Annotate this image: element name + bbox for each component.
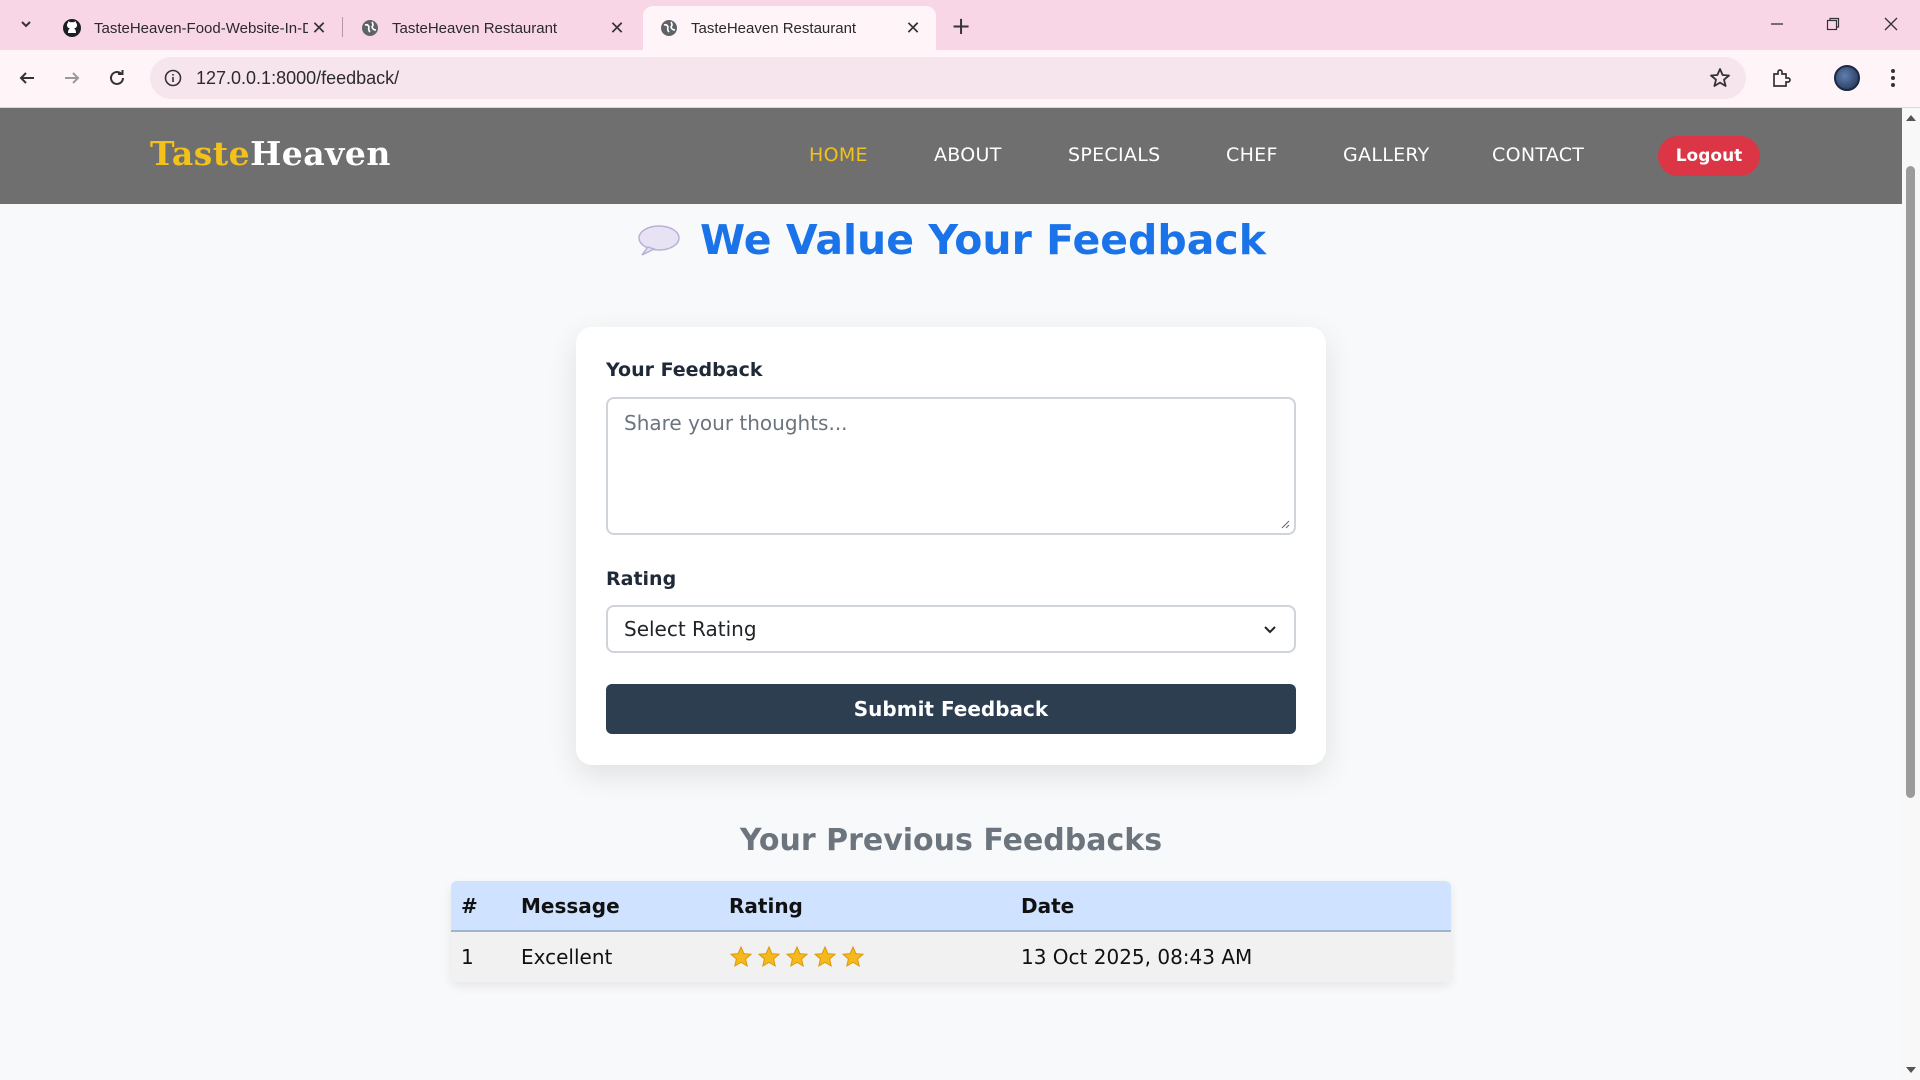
column-header-message: Message (521, 893, 620, 918)
rating-label: Rating (606, 568, 677, 590)
page-title: We Value Your Feedback (700, 216, 1266, 264)
minimize-icon[interactable] (1754, 8, 1800, 40)
extensions-icon[interactable] (1764, 61, 1798, 95)
star-icon (813, 945, 837, 968)
nav-about[interactable]: ABOUT (934, 144, 1002, 166)
feedback-form-card: Your Feedback Share your thoughts... Rat… (576, 327, 1326, 765)
avatar-icon (1834, 65, 1860, 91)
browser-tab-bar: TasteHeaven-Food-Website-In-Django ✕ Tas… (0, 0, 1920, 50)
page-scrollbar[interactable] (1902, 108, 1920, 1080)
chevron-down-icon (1264, 626, 1276, 634)
column-header-date: Date (1021, 893, 1075, 918)
browser-tab-active[interactable]: TasteHeaven Restaurant ✕ (643, 6, 936, 50)
scroll-up-arrow-icon[interactable] (1905, 112, 1917, 124)
back-arrow-icon[interactable] (10, 61, 44, 95)
close-tab-icon[interactable]: ✕ (308, 17, 330, 39)
address-bar[interactable]: 127.0.0.1:8000/feedback/ (150, 57, 1746, 99)
browser-toolbar: 127.0.0.1:8000/feedback/ (0, 50, 1920, 108)
feedback-label: Your Feedback (606, 359, 763, 381)
forward-arrow-icon[interactable] (55, 61, 89, 95)
page-title-row: We Value Your Feedback (0, 216, 1902, 264)
nav-specials[interactable]: SPECIALS (1068, 144, 1160, 166)
cell-message: Excellent (521, 945, 613, 969)
globe-icon (360, 18, 380, 38)
browser-tab-github[interactable]: TasteHeaven-Food-Website-In-Django ✕ (46, 6, 342, 50)
nav-gallery[interactable]: GALLERY (1343, 144, 1430, 166)
star-rating (729, 945, 1021, 969)
feedback-table: # Message Rating Date 1 Excellent 13 Oct… (451, 881, 1451, 982)
profile-avatar[interactable] (1830, 61, 1864, 95)
scroll-down-arrow-icon[interactable] (1905, 1064, 1917, 1076)
resize-grip-icon[interactable] (1280, 519, 1290, 529)
cell-date: 13 Oct 2025, 08:43 AM (1021, 945, 1253, 969)
reload-icon[interactable] (100, 61, 134, 95)
speech-bubble-icon (638, 225, 680, 256)
nav-contact[interactable]: CONTACT (1492, 144, 1584, 166)
submit-feedback-button[interactable]: Submit Feedback (606, 684, 1296, 734)
feedback-placeholder: Share your thoughts... (624, 411, 848, 435)
cell-number: 1 (461, 945, 474, 969)
browser-tab-restaurant[interactable]: TasteHeaven Restaurant ✕ (344, 6, 640, 50)
menu-kebab-icon[interactable] (1876, 61, 1910, 95)
nav-home[interactable]: HOME (809, 144, 868, 166)
feedback-textarea[interactable]: Share your thoughts... (606, 397, 1296, 535)
tab-title: TasteHeaven-Food-Website-In-Django (94, 19, 308, 37)
star-icon (785, 945, 809, 968)
logout-button[interactable]: Logout (1658, 136, 1760, 176)
column-header-number: # (461, 893, 478, 918)
star-icon (841, 945, 865, 968)
scrollbar-thumb[interactable] (1906, 166, 1915, 798)
tab-separator (342, 17, 343, 37)
tab-search-chevron-icon[interactable] (12, 10, 40, 38)
rating-select[interactable]: Select Rating (606, 605, 1296, 653)
column-header-rating: Rating (729, 893, 803, 918)
table-header: # Message Rating Date (451, 881, 1451, 932)
rating-select-value: Select Rating (624, 617, 757, 641)
table-row: 1 Excellent 13 Oct 2025, 08:43 AM (451, 932, 1451, 982)
site-logo[interactable]: TasteHeaven (150, 134, 391, 173)
github-icon (62, 18, 82, 38)
globe-icon (659, 18, 679, 38)
restore-icon[interactable] (1810, 8, 1856, 40)
cell-rating (729, 945, 1021, 969)
logo-part-heaven: Heaven (250, 134, 391, 173)
tab-title: TasteHeaven Restaurant (392, 19, 558, 37)
star-icon (757, 945, 781, 968)
star-icon (729, 945, 753, 968)
page-viewport: TasteHeaven HOME ABOUT SPECIALS CHEF GAL… (0, 108, 1902, 1080)
tab-title: TasteHeaven Restaurant (691, 19, 857, 37)
nav-chef[interactable]: CHEF (1226, 144, 1278, 166)
close-tab-icon[interactable]: ✕ (606, 17, 628, 39)
bookmark-star-icon[interactable] (1708, 66, 1732, 90)
close-window-icon[interactable] (1868, 8, 1914, 40)
previous-feedbacks-title: Your Previous Feedbacks (739, 823, 1163, 858)
logo-part-taste: Taste (150, 134, 251, 173)
site-header: TasteHeaven HOME ABOUT SPECIALS CHEF GAL… (0, 108, 1902, 204)
site-info-icon[interactable] (162, 67, 184, 89)
url-text: 127.0.0.1:8000/feedback/ (196, 68, 400, 88)
close-tab-icon[interactable]: ✕ (902, 17, 924, 39)
new-tab-icon[interactable]: + (946, 12, 976, 40)
